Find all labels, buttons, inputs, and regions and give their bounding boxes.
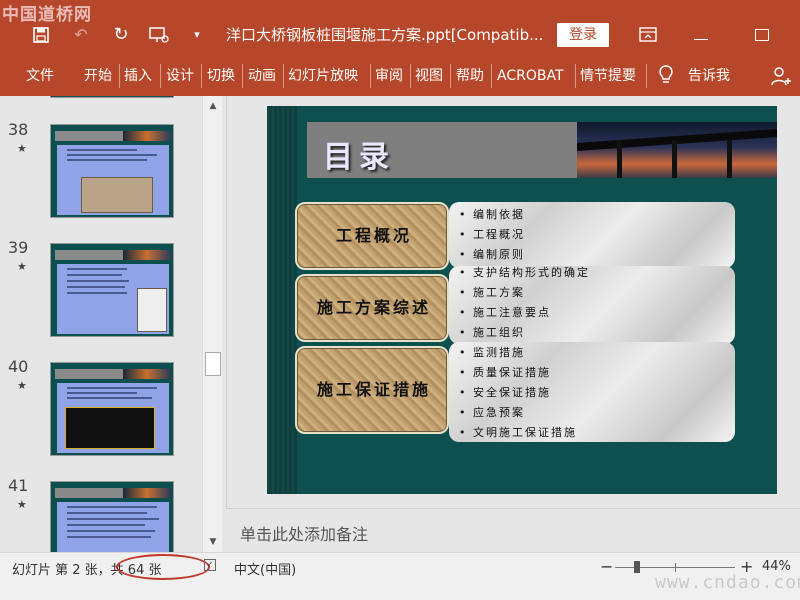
- undo-icon[interactable]: ↶: [70, 24, 92, 46]
- scroll-down-arrow-icon[interactable]: ▼: [203, 534, 223, 550]
- bullet-item: • 文明施工保证措施: [459, 426, 577, 439]
- bullet-item: • 监测措施: [459, 346, 525, 359]
- chevron-down-icon[interactable]: ▾: [186, 24, 208, 46]
- tab-insert[interactable]: 插入: [124, 66, 152, 86]
- lightbulb-icon[interactable]: [658, 64, 674, 86]
- slide-number: 41: [8, 476, 29, 495]
- contents-list-box[interactable]: • 支护结构形式的确定 • 施工方案 • 施工注意要点 • 施工组织: [449, 266, 735, 344]
- thumbnail-scrollbar[interactable]: ▲ ▼: [202, 96, 222, 552]
- bullet-item: • 应急预案: [459, 406, 525, 419]
- bullet-item: • 施工方案: [459, 286, 525, 299]
- tab-separator: [242, 64, 243, 88]
- save-icon[interactable]: [30, 24, 52, 46]
- slide-thumbnail-38[interactable]: [50, 124, 174, 218]
- animation-star-icon: ★: [17, 498, 27, 511]
- contents-list-box[interactable]: • 监测措施 • 质量保证措施 • 安全保证措施 • 应急预案 • 文明施工保证…: [449, 342, 735, 442]
- slide-thumbnail-40[interactable]: [50, 362, 174, 456]
- language-status[interactable]: 中文(中国): [234, 559, 296, 578]
- slide-number: 38: [8, 120, 29, 139]
- slide-thumbnail-39[interactable]: [50, 243, 174, 337]
- tab-home[interactable]: 开始: [84, 66, 112, 86]
- spell-check-icon[interactable]: ✓: [204, 559, 216, 571]
- tab-animations[interactable]: 动画: [248, 66, 276, 86]
- section-label: 工程概况: [335, 226, 412, 245]
- ribbon-tabs: 文件 开始 插入 设计 切换 动画 幻灯片放映 审阅 视图 帮助 ACROBAT…: [0, 54, 800, 96]
- ribbon-display-options-icon[interactable]: [637, 24, 659, 46]
- bullet-item: • 质量保证措施: [459, 366, 551, 379]
- redo-icon[interactable]: ↻: [110, 24, 132, 46]
- bullet-item: • 安全保证措施: [459, 386, 551, 399]
- animation-star-icon: ★: [17, 260, 27, 273]
- tab-separator: [491, 64, 492, 88]
- section-label: 施工保证措施: [316, 380, 431, 399]
- tab-slide-show[interactable]: 幻灯片放映: [288, 66, 358, 86]
- title-bar: ↶ ↻ ▾ 洋口大桥钢板桩围堰施工方案.ppt[Compatib... 登录: [0, 0, 800, 54]
- slide-thumbnail-41[interactable]: [50, 481, 174, 552]
- section-label-box[interactable]: 工程概况: [295, 202, 449, 270]
- section-label-box[interactable]: 施工方案综述: [295, 274, 449, 342]
- status-bar: 幻灯片 第 2 张，共 64 张 ✓ 中文(中国) − + 44% www.cn…: [0, 552, 800, 600]
- slide-number: 40: [8, 357, 29, 376]
- bullet-item: • 编制原则: [459, 248, 525, 261]
- tab-separator: [201, 64, 202, 88]
- animation-star-icon: ★: [17, 142, 27, 155]
- notes-pane[interactable]: 单击此处添加备注: [226, 508, 800, 552]
- decorative-stripe: [267, 106, 297, 494]
- section-label-box[interactable]: 施工保证措施: [295, 346, 449, 434]
- notes-placeholder[interactable]: 单击此处添加备注: [240, 521, 368, 545]
- minimize-icon[interactable]: [690, 24, 712, 46]
- from-beginning-icon[interactable]: [148, 24, 170, 46]
- tab-view[interactable]: 视图: [415, 66, 443, 86]
- tab-design[interactable]: 设计: [166, 66, 194, 86]
- watermark-logo: 中国道桥网: [2, 5, 92, 25]
- tab-separator: [370, 64, 371, 88]
- bullet-item: • 施工组织: [459, 326, 525, 339]
- bullet-item: • 施工注意要点: [459, 306, 551, 319]
- scrollbar-thumb[interactable]: [205, 352, 221, 376]
- current-slide[interactable]: 目录 • 编制依据 • 工程概况 • 编制原则 工程概况 • 支护结构形式的确定…: [267, 106, 777, 494]
- tab-separator: [646, 64, 647, 88]
- tab-separator: [160, 64, 161, 88]
- bullet-item: • 支护结构形式的确定: [459, 266, 590, 279]
- tab-acrobat[interactable]: ACROBAT: [497, 66, 564, 86]
- tab-transitions[interactable]: 切换: [207, 66, 235, 86]
- bridge-photo[interactable]: [577, 122, 777, 178]
- bullet-item: • 工程概况: [459, 228, 525, 241]
- tab-help[interactable]: 帮助: [456, 66, 484, 86]
- zoom-slider-midmark: [675, 563, 676, 572]
- zoom-out-button[interactable]: −: [600, 557, 613, 576]
- tab-separator: [119, 64, 120, 88]
- highlight-circle: [116, 554, 210, 580]
- tab-review[interactable]: 审阅: [375, 66, 403, 86]
- tab-separator: [283, 64, 284, 88]
- tab-separator: [410, 64, 411, 88]
- tab-file[interactable]: 文件: [26, 66, 54, 86]
- tab-separator: [450, 64, 451, 88]
- slide-title[interactable]: 目录: [323, 132, 395, 176]
- zoom-slider-handle[interactable]: [634, 561, 640, 573]
- slide-editing-area[interactable]: 目录 • 编制依据 • 工程概况 • 编制原则 工程概况 • 支护结构形式的确定…: [226, 96, 800, 508]
- scroll-up-arrow-icon[interactable]: ▲: [203, 98, 223, 114]
- slide-thumbnail-37-partial[interactable]: [50, 96, 174, 98]
- maximize-icon[interactable]: [751, 24, 773, 46]
- tell-me-search[interactable]: 告诉我: [688, 66, 730, 86]
- tab-storyboarding[interactable]: 情节提要: [580, 66, 636, 86]
- slide-thumbnail-pane[interactable]: 38 ★ 39 ★ 40 ★ 41 ★: [0, 96, 226, 552]
- slide-number: 39: [8, 238, 29, 257]
- login-button[interactable]: 登录: [557, 23, 609, 47]
- document-title: 洋口大桥钢板桩围堰施工方案.ppt[Compatib...: [226, 26, 544, 44]
- tab-separator: [575, 64, 576, 88]
- section-label: 施工方案综述: [316, 298, 431, 317]
- animation-star-icon: ★: [17, 379, 27, 392]
- share-user-icon[interactable]: [770, 65, 792, 87]
- bullet-item: • 编制依据: [459, 208, 525, 221]
- site-watermark: www.cndao.com: [655, 572, 800, 593]
- contents-list-box[interactable]: • 编制依据 • 工程概况 • 编制原则: [449, 202, 735, 268]
